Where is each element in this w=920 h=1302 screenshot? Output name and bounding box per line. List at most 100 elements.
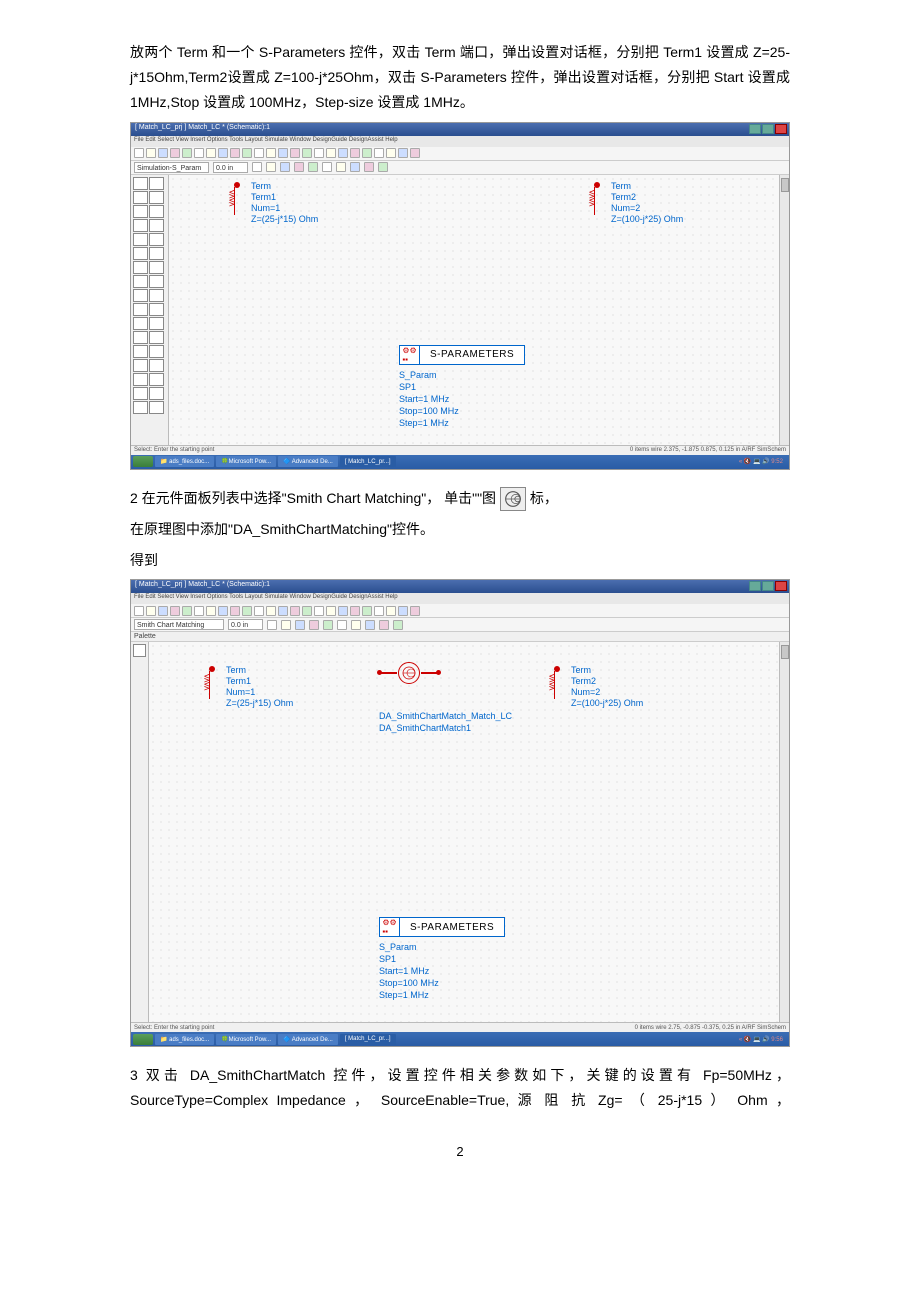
toolbar-icon[interactable] [350, 148, 360, 158]
toolbar-icon[interactable] [266, 162, 276, 172]
palette-dropdown[interactable]: Simulation-S_Param [134, 162, 209, 173]
toolbar-1[interactable] [131, 147, 789, 161]
task-item[interactable]: 📁 ads_files.doc... [155, 1034, 214, 1045]
maximize-button[interactable] [762, 124, 774, 134]
toolbar-icon[interactable] [336, 162, 346, 172]
palette-icon[interactable] [133, 261, 148, 274]
toolbar-icon[interactable] [410, 606, 420, 616]
palette-icon[interactable] [133, 289, 148, 302]
value-box[interactable]: 0.0 in [213, 162, 248, 173]
term1-component[interactable]: <><> Term Term1 Num=1 Z=(25-j*15) Ohm [204, 667, 220, 707]
s-parameters-block[interactable]: ⚙⚙▪▪ S-PARAMETERS S_Param SP1 Start=1 MH… [399, 345, 525, 429]
toolbar-icon[interactable] [365, 620, 375, 630]
task-item[interactable]: 📁 ads_files.doc... [155, 456, 214, 467]
palette-icon[interactable] [149, 373, 164, 386]
value-box[interactable]: 0.0 in [228, 619, 263, 630]
toolbar-icon[interactable] [278, 606, 288, 616]
toolbar-icon[interactable] [410, 148, 420, 158]
palette-icon[interactable] [133, 247, 148, 260]
toolbar-icon[interactable] [398, 148, 408, 158]
scrollbar-vertical[interactable] [779, 642, 789, 1022]
toolbar-icon[interactable] [338, 148, 348, 158]
toolbar-icon[interactable] [378, 162, 388, 172]
component-palette[interactable] [131, 175, 169, 445]
palette-icon[interactable] [149, 401, 164, 414]
palette-icon[interactable] [133, 303, 148, 316]
da-smith-chart-component[interactable]: DA_SmithChartMatch_Match_LC DA_SmithChar… [379, 662, 512, 734]
toolbar-icon[interactable] [158, 606, 168, 616]
component-palette[interactable] [131, 642, 149, 1022]
toolbar-icon[interactable] [302, 148, 312, 158]
toolbar-icon[interactable] [322, 162, 332, 172]
toolbar-icon[interactable] [362, 148, 372, 158]
toolbar-icon[interactable] [158, 148, 168, 158]
palette-icon[interactable] [133, 191, 148, 204]
taskbar[interactable]: 📁 ads_files.doc... 🍀Microsoft Pow... 🔷 A… [131, 455, 789, 469]
toolbar-icon[interactable] [386, 148, 396, 158]
scrollbar-vertical[interactable] [779, 175, 789, 445]
palette-icon[interactable] [149, 331, 164, 344]
close-button[interactable] [775, 581, 787, 591]
palette-icon[interactable] [133, 387, 148, 400]
palette-icon[interactable] [149, 317, 164, 330]
palette-icon[interactable] [149, 191, 164, 204]
task-item[interactable]: 🔷 Advanced De... [278, 456, 338, 467]
task-item[interactable]: [ Match_LC_pr...] [340, 1034, 396, 1045]
palette-icon[interactable] [149, 359, 164, 372]
toolbar-icon[interactable] [254, 606, 264, 616]
toolbar-icon[interactable] [266, 606, 276, 616]
toolbar-icon[interactable] [218, 148, 228, 158]
palette-icon[interactable] [133, 275, 148, 288]
menubar[interactable]: File Edit Select View Insert Options Too… [131, 593, 789, 604]
task-item[interactable]: 🍀Microsoft Pow... [216, 1034, 276, 1045]
menubar[interactable]: File Edit Select View Insert Options Too… [131, 136, 789, 147]
palette-icon[interactable] [149, 233, 164, 246]
palette-icon[interactable] [133, 177, 148, 190]
toolbar-icon[interactable] [182, 606, 192, 616]
toolbar-1[interactable] [131, 604, 789, 618]
toolbar-icon[interactable] [308, 162, 318, 172]
toolbar-icon[interactable] [386, 606, 396, 616]
task-item[interactable]: 🍀Microsoft Pow... [216, 456, 276, 467]
toolbar-icon[interactable] [194, 606, 204, 616]
s-parameters-block[interactable]: ⚙⚙▪▪ S-PARAMETERS S_Param SP1 Start=1 MH… [379, 917, 505, 1001]
toolbar-icon[interactable] [302, 606, 312, 616]
toolbar-icon[interactable] [170, 148, 180, 158]
schematic-canvas[interactable]: <><> Term Term1 Num=1 Z=(25-j*15) Ohm [149, 642, 789, 1022]
palette-icon[interactable] [149, 219, 164, 232]
palette-icon[interactable] [149, 289, 164, 302]
term1-component[interactable]: <><> Term Term1 Num=1 Z=(25-j*15) Ohm [229, 183, 245, 223]
window-controls[interactable] [749, 581, 787, 591]
toolbar-icon[interactable] [294, 162, 304, 172]
palette-icon[interactable] [149, 275, 164, 288]
minimize-button[interactable] [749, 124, 761, 134]
toolbar-icon[interactable] [134, 606, 144, 616]
toolbar-icon[interactable] [281, 620, 291, 630]
toolbar-icon[interactable] [267, 620, 277, 630]
toolbar-icon[interactable] [364, 162, 374, 172]
toolbar-icon[interactable] [194, 148, 204, 158]
toolbar-icon[interactable] [278, 148, 288, 158]
palette-icon[interactable] [133, 331, 148, 344]
toolbar-icon[interactable] [374, 606, 384, 616]
term2-component[interactable]: <><> Term Term2 Num=2 Z=(100-j*25) Ohm [549, 667, 565, 707]
toolbar-icon[interactable] [398, 606, 408, 616]
toolbar-icon[interactable] [230, 606, 240, 616]
system-tray[interactable]: « 🔇 💻 🔊 9:52 [735, 456, 787, 467]
toolbar-icon[interactable] [242, 606, 252, 616]
toolbar-icon[interactable] [379, 620, 389, 630]
toolbar-icon[interactable] [290, 148, 300, 158]
toolbar-icon[interactable] [266, 148, 276, 158]
toolbar-icon[interactable] [134, 148, 144, 158]
toolbar-icon[interactable] [326, 606, 336, 616]
toolbar-icon[interactable] [374, 148, 384, 158]
toolbar-icon[interactable] [314, 148, 324, 158]
toolbar-icon[interactable] [314, 606, 324, 616]
toolbar-icon[interactable] [350, 162, 360, 172]
palette-icon[interactable] [133, 205, 148, 218]
task-item[interactable]: 🔷 Advanced De... [278, 1034, 338, 1045]
toolbar-icon[interactable] [362, 606, 372, 616]
palette-icon[interactable] [133, 317, 148, 330]
toolbar-icon[interactable] [206, 606, 216, 616]
palette-icon[interactable] [133, 373, 148, 386]
